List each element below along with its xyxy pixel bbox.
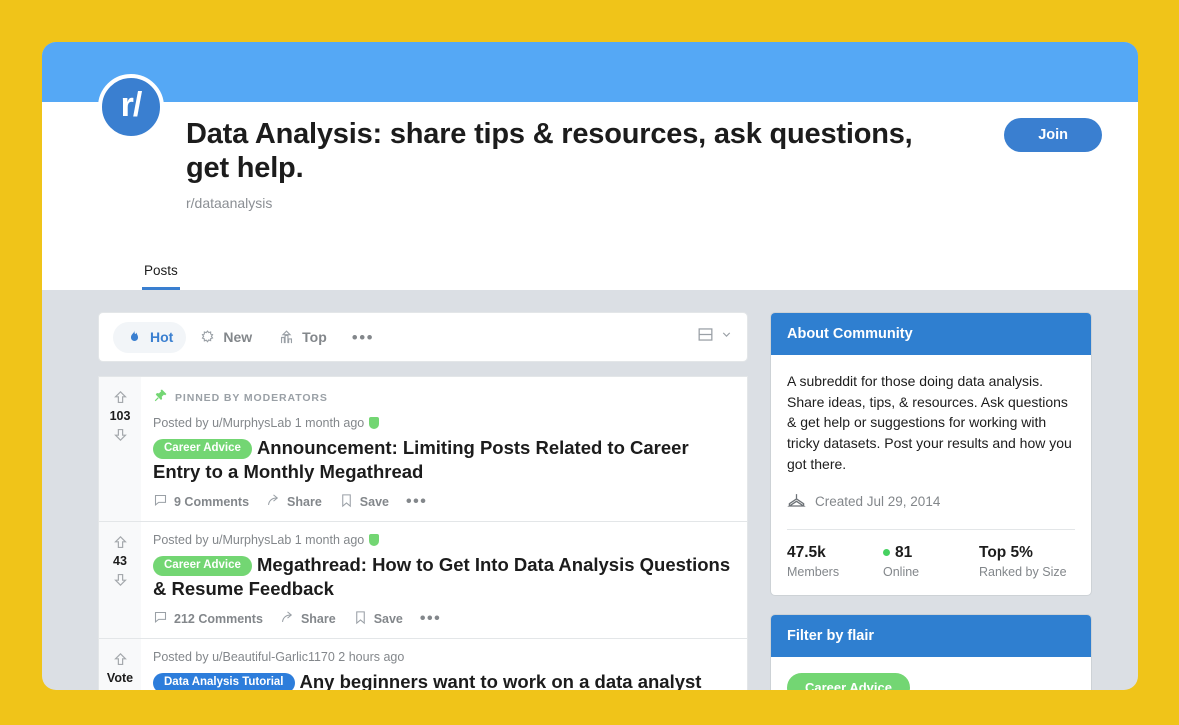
post-title-row: Career Advice Announcement: Limiting Post… [153,436,733,484]
share-button[interactable]: Share [280,610,336,628]
sort-bar: Hot New Top ••• [98,312,748,362]
vote-column: 43 [99,522,141,639]
community-tabs: Posts [142,257,180,290]
bookmark-icon [339,493,354,511]
save-label: Save [373,612,403,627]
reddit-community-page: r/ Data Analysis: share tips & resources… [42,42,1138,690]
sort-option-top-label: Top [302,329,327,345]
vote-count: 43 [113,554,127,569]
sort-overflow-button[interactable]: ••• [340,329,386,346]
post-meta: Posted by u/MurphysLab 1 month ago [153,533,733,547]
pin-icon [153,388,168,408]
sort-option-new-label: New [223,329,253,345]
upvote-button[interactable] [112,651,129,668]
bar-chart-icon [278,329,295,346]
downvote-button[interactable] [112,571,129,588]
stat-rank-value: Top 5% [979,543,1033,561]
comments-button[interactable]: 212 Comments [153,610,263,628]
stat-online-label: Online [883,564,920,579]
vote-column: Vote [99,639,141,690]
bookmark-icon [353,610,368,628]
stat-rank-label: Ranked by Size [979,564,1067,579]
page-title: Data Analysis: share tips & resources, a… [186,118,913,184]
avatar-label: r/ [120,85,143,124]
created-row: Created Jul 29, 2014 [787,491,1075,513]
tab-posts[interactable]: Posts [142,257,180,290]
post-title-row: Career Advice Megathread: How to Get Into… [153,553,733,601]
flair-filter-career-advice[interactable]: Career Advice [787,672,910,690]
community-avatar: r/ [98,74,164,140]
stat-members-value: 47.5k [787,543,826,561]
flame-icon [126,329,143,346]
post-actions: 9 Comments Share Save ••• [153,493,733,511]
about-community-card: About Community A subreddit for those do… [770,312,1092,596]
sidebar: About Community A subreddit for those do… [770,312,1092,690]
online-dot-icon [883,549,890,557]
share-button[interactable]: Share [266,493,322,511]
post-item[interactable]: Vote Posted by u/Beautiful-Garlic1170 2 … [98,638,748,690]
stat-online: 81 Online [883,544,979,579]
cake-icon [787,491,806,513]
vote-column: 103 [99,377,141,522]
post-overflow-button[interactable]: ••• [420,611,441,627]
stat-rank: Top 5% Ranked by Size [979,544,1075,579]
vote-count: 103 [109,409,131,423]
sort-option-hot[interactable]: Hot [113,321,187,353]
share-icon [266,493,281,511]
share-icon [280,610,295,628]
community-banner [42,42,1138,102]
about-description: A subreddit for those doing data analysi… [787,373,1072,472]
community-handle: r/dataanalysis [186,194,273,211]
post-meta: Posted by u/MurphysLab 1 month ago [153,416,733,430]
comment-icon [153,610,168,628]
view-toggle[interactable] [696,325,733,349]
comments-label: 212 Comments [174,612,263,627]
created-date: Created Jul 29, 2014 [815,494,941,510]
sort-option-hot-label: Hot [150,329,174,345]
post-overflow-button[interactable]: ••• [406,494,427,510]
join-button[interactable]: Join [1004,118,1102,152]
comments-label: 9 Comments [174,495,250,510]
upvote-button[interactable] [112,534,129,551]
post-author-line: Posted by u/Beautiful-Garlic1170 2 hours… [153,650,405,665]
post-author-line: Posted by u/MurphysLab 1 month ago [153,533,365,548]
pinned-label: PINNED BY MODERATORS [175,392,328,404]
share-label: Share [300,612,336,627]
post-meta: Posted by u/Beautiful-Garlic1170 2 hours… [153,650,733,664]
about-community-header: About Community [771,313,1091,355]
post-flair[interactable]: Data Analysis Tutorial [153,673,295,690]
post-actions: 212 Comments Share Save ••• [153,610,733,628]
post-flair[interactable]: Career Advice [153,439,252,460]
comments-button[interactable]: 9 Comments [153,493,249,511]
comment-icon [153,493,168,511]
vote-count: Vote [106,671,134,686]
chevron-down-icon [720,328,733,346]
community-stats: 47.5k Members 81 Online Top 5% Ranked by… [787,528,1075,579]
sort-option-new[interactable]: New [186,322,265,353]
post-author-line: Posted by u/MurphysLab 1 month ago [153,416,365,430]
stat-online-value: 81 [895,543,913,561]
upvote-button[interactable] [112,389,129,406]
save-label: Save [359,495,389,510]
card-view-icon [696,325,715,349]
downvote-button[interactable] [112,426,129,443]
moderator-badge-icon [369,534,380,547]
stat-members: 47.5k Members [787,544,883,579]
save-button[interactable]: Save [353,610,403,628]
save-button[interactable]: Save [339,493,389,511]
post-item[interactable]: 103 PINNED BY MODERATORS Posted by u/Mur… [98,376,748,523]
filter-by-flair-header: Filter by flair [771,614,1091,657]
sparkle-icon [199,329,216,346]
post-feed: Hot New Top ••• 103 PINNED BY MODERATORS… [98,312,748,690]
pinned-banner: PINNED BY MODERATORS [153,388,733,408]
sort-option-top[interactable]: Top [265,322,340,353]
share-label: Share [287,495,322,510]
post-flair[interactable]: Career Advice [153,556,252,577]
filter-by-flair-card: Filter by flair Career Advice [770,613,1092,690]
stat-members-label: Members [787,564,840,579]
post-item[interactable]: 43 Posted by u/MurphysLab 1 month ago Ca… [98,521,748,640]
community-header: r/ Data Analysis: share tips & resources… [42,74,1138,290]
post-title-row: Data Analysis Tutorial Any beginners want… [153,670,733,690]
moderator-badge-icon [369,417,380,429]
